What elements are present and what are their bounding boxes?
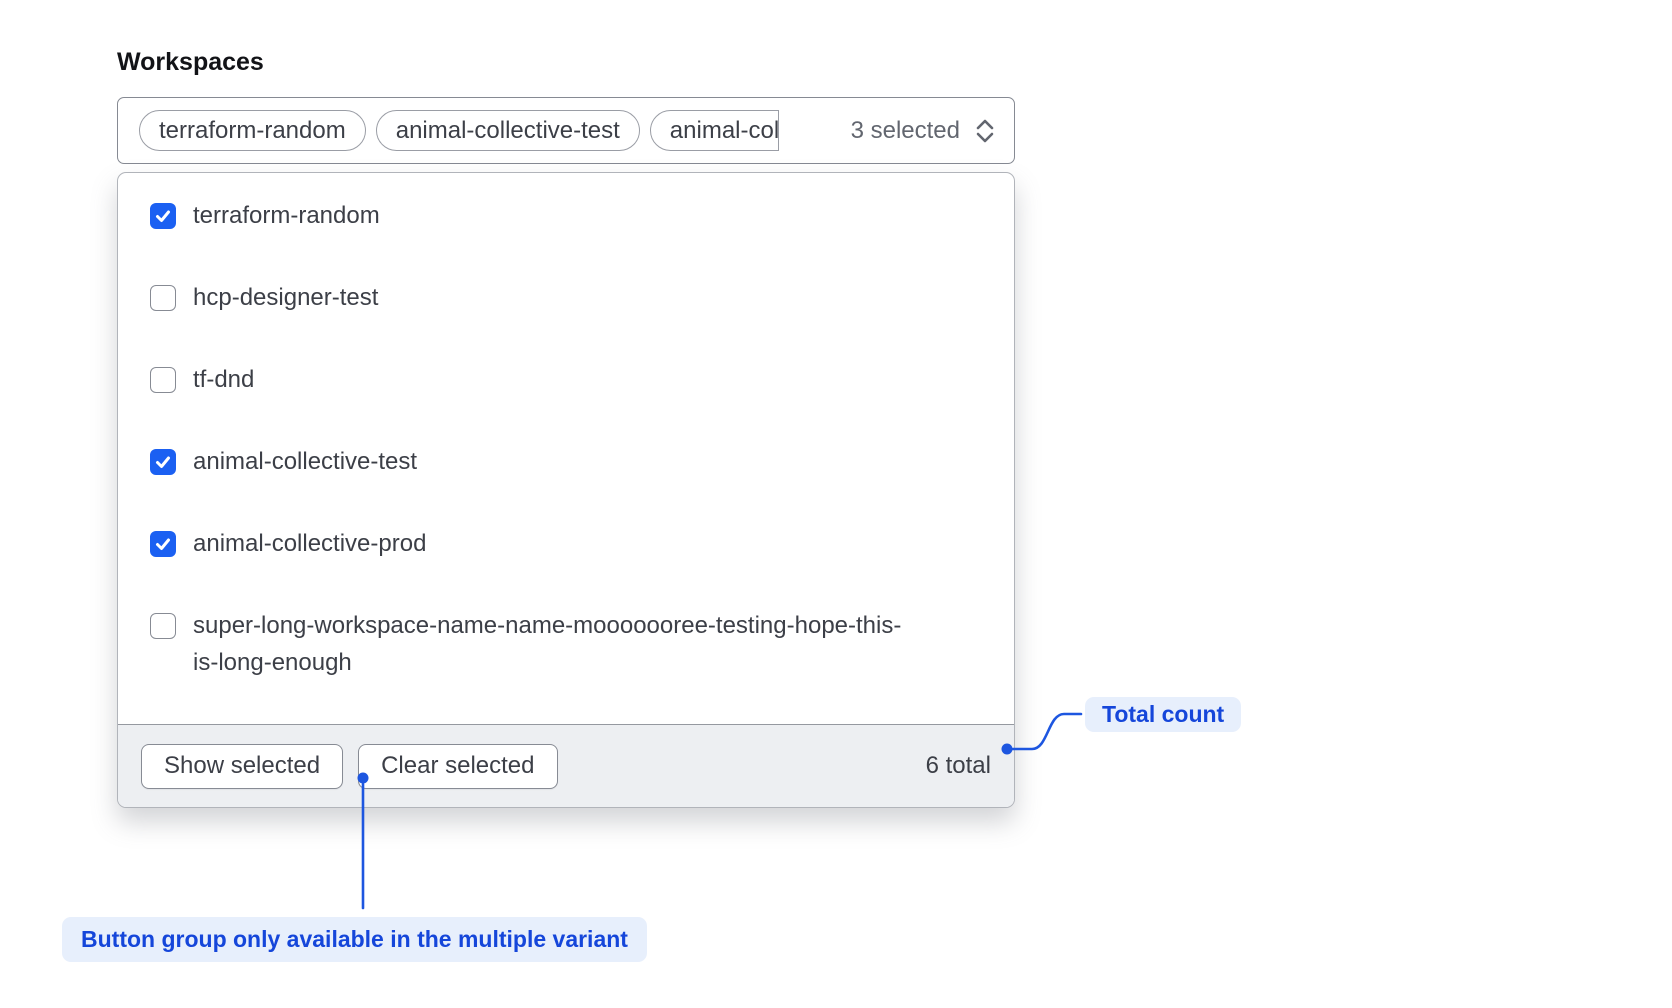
selected-pill[interactable]: animal-collective-test [376, 110, 640, 151]
option-label: animal-collective-test [193, 443, 417, 480]
selected-pill[interactable]: terraform-random [139, 110, 366, 151]
option-label: animal-collective-prod [193, 525, 426, 562]
options-list: terraform-random hcp-designer-test tf-dnd a… [118, 173, 1014, 724]
selected-count: 3 selected [851, 117, 960, 145]
option-row[interactable]: terraform-random [118, 175, 1014, 257]
option-label: super-long-workspace-name-name-moooooore… [193, 607, 913, 681]
checkbox-checked-icon[interactable] [150, 203, 176, 229]
checkbox-unchecked-icon[interactable] [150, 285, 176, 311]
option-label: hcp-designer-test [193, 279, 378, 316]
workspaces-label: Workspaces [117, 48, 264, 77]
option-label: tf-dnd [193, 361, 254, 398]
listbox-footer: Show selected Clear selected 6 total [118, 724, 1014, 807]
total-count-callout: Total count [1085, 697, 1241, 732]
multiselect-trigger[interactable]: terraform-randomanimal-collective-testan… [117, 97, 1015, 164]
selected-pills: terraform-randomanimal-collective-testan… [139, 110, 829, 151]
checkbox-checked-icon[interactable] [150, 531, 176, 557]
option-row[interactable]: animal-collective-prod [118, 503, 1014, 585]
chevrons-up-down-icon [972, 116, 998, 146]
button-group-callout: Button group only available in the multi… [62, 917, 647, 962]
option-row[interactable]: animal-collective-test [118, 421, 1014, 503]
option-row[interactable]: tf-dnd [118, 339, 1014, 421]
total-count-connector-line [1013, 714, 1081, 749]
multiselect-demo-canvas: Workspaces terraform-randomanimal-collec… [0, 0, 1672, 1008]
checkbox-unchecked-icon[interactable] [150, 367, 176, 393]
listbox-panel: terraform-random hcp-designer-test tf-dnd a… [117, 172, 1015, 808]
checkbox-unchecked-icon[interactable] [150, 613, 176, 639]
selected-count-wrap: 3 selected [851, 116, 998, 146]
show-selected-button[interactable]: Show selected [141, 744, 343, 789]
checkbox-checked-icon[interactable] [150, 449, 176, 475]
total-count: 6 total [926, 752, 991, 780]
option-row[interactable]: super-long-workspace-name-name-moooooore… [118, 585, 1014, 704]
option-row[interactable]: hcp-designer-test [118, 257, 1014, 339]
clear-selected-button[interactable]: Clear selected [358, 744, 557, 789]
selected-pill[interactable]: animal-collective-prod [650, 110, 779, 151]
option-label: terraform-random [193, 197, 380, 234]
